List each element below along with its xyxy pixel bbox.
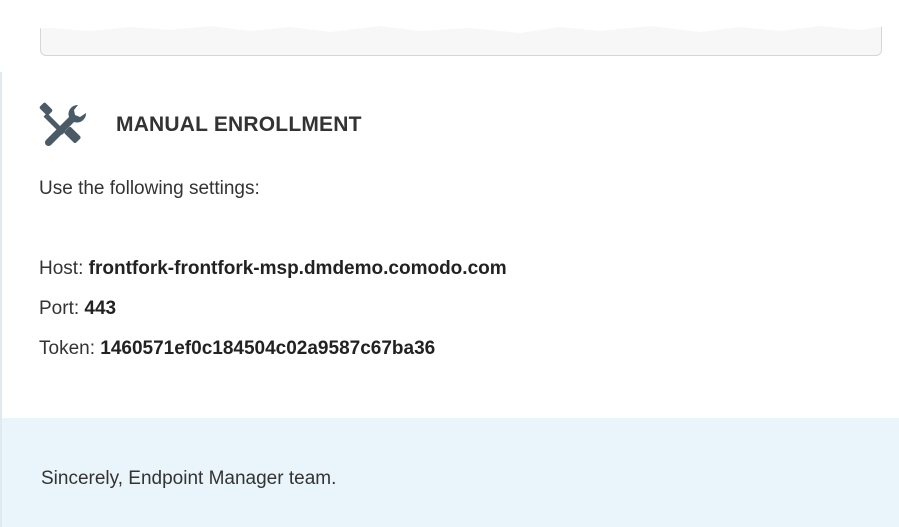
cropped-top-section [0,0,899,72]
torn-edge [0,0,899,33]
host-value: frontfork-frontfork-msp.dmdemo.comodo.co… [88,258,507,279]
email-body: MANUAL ENROLLMENT Use the following sett… [0,0,899,527]
section-header: MANUAL ENROLLMENT [38,100,362,150]
token-value: 1460571ef0c184504c02a9587c67ba36 [100,338,436,359]
footer: Sincerely, Endpoint Manager team. [0,418,899,527]
tools-icon [38,101,87,149]
host-label: Host: [39,258,84,279]
footer-signature: Sincerely, Endpoint Manager team. [41,468,337,489]
port-line: Port: 443 [39,298,116,320]
port-value: 443 [84,298,117,319]
token-label: Token: [39,338,95,359]
intro-text: Use the following settings: [39,178,260,199]
token-line: Token: 1460571ef0c184504c02a9587c67ba36 [39,338,435,360]
port-label: Port: [39,298,80,319]
host-line: Host: frontfork-frontfork-msp.dmdemo.com… [39,258,507,280]
section-title: MANUAL ENROLLMENT [116,113,362,136]
